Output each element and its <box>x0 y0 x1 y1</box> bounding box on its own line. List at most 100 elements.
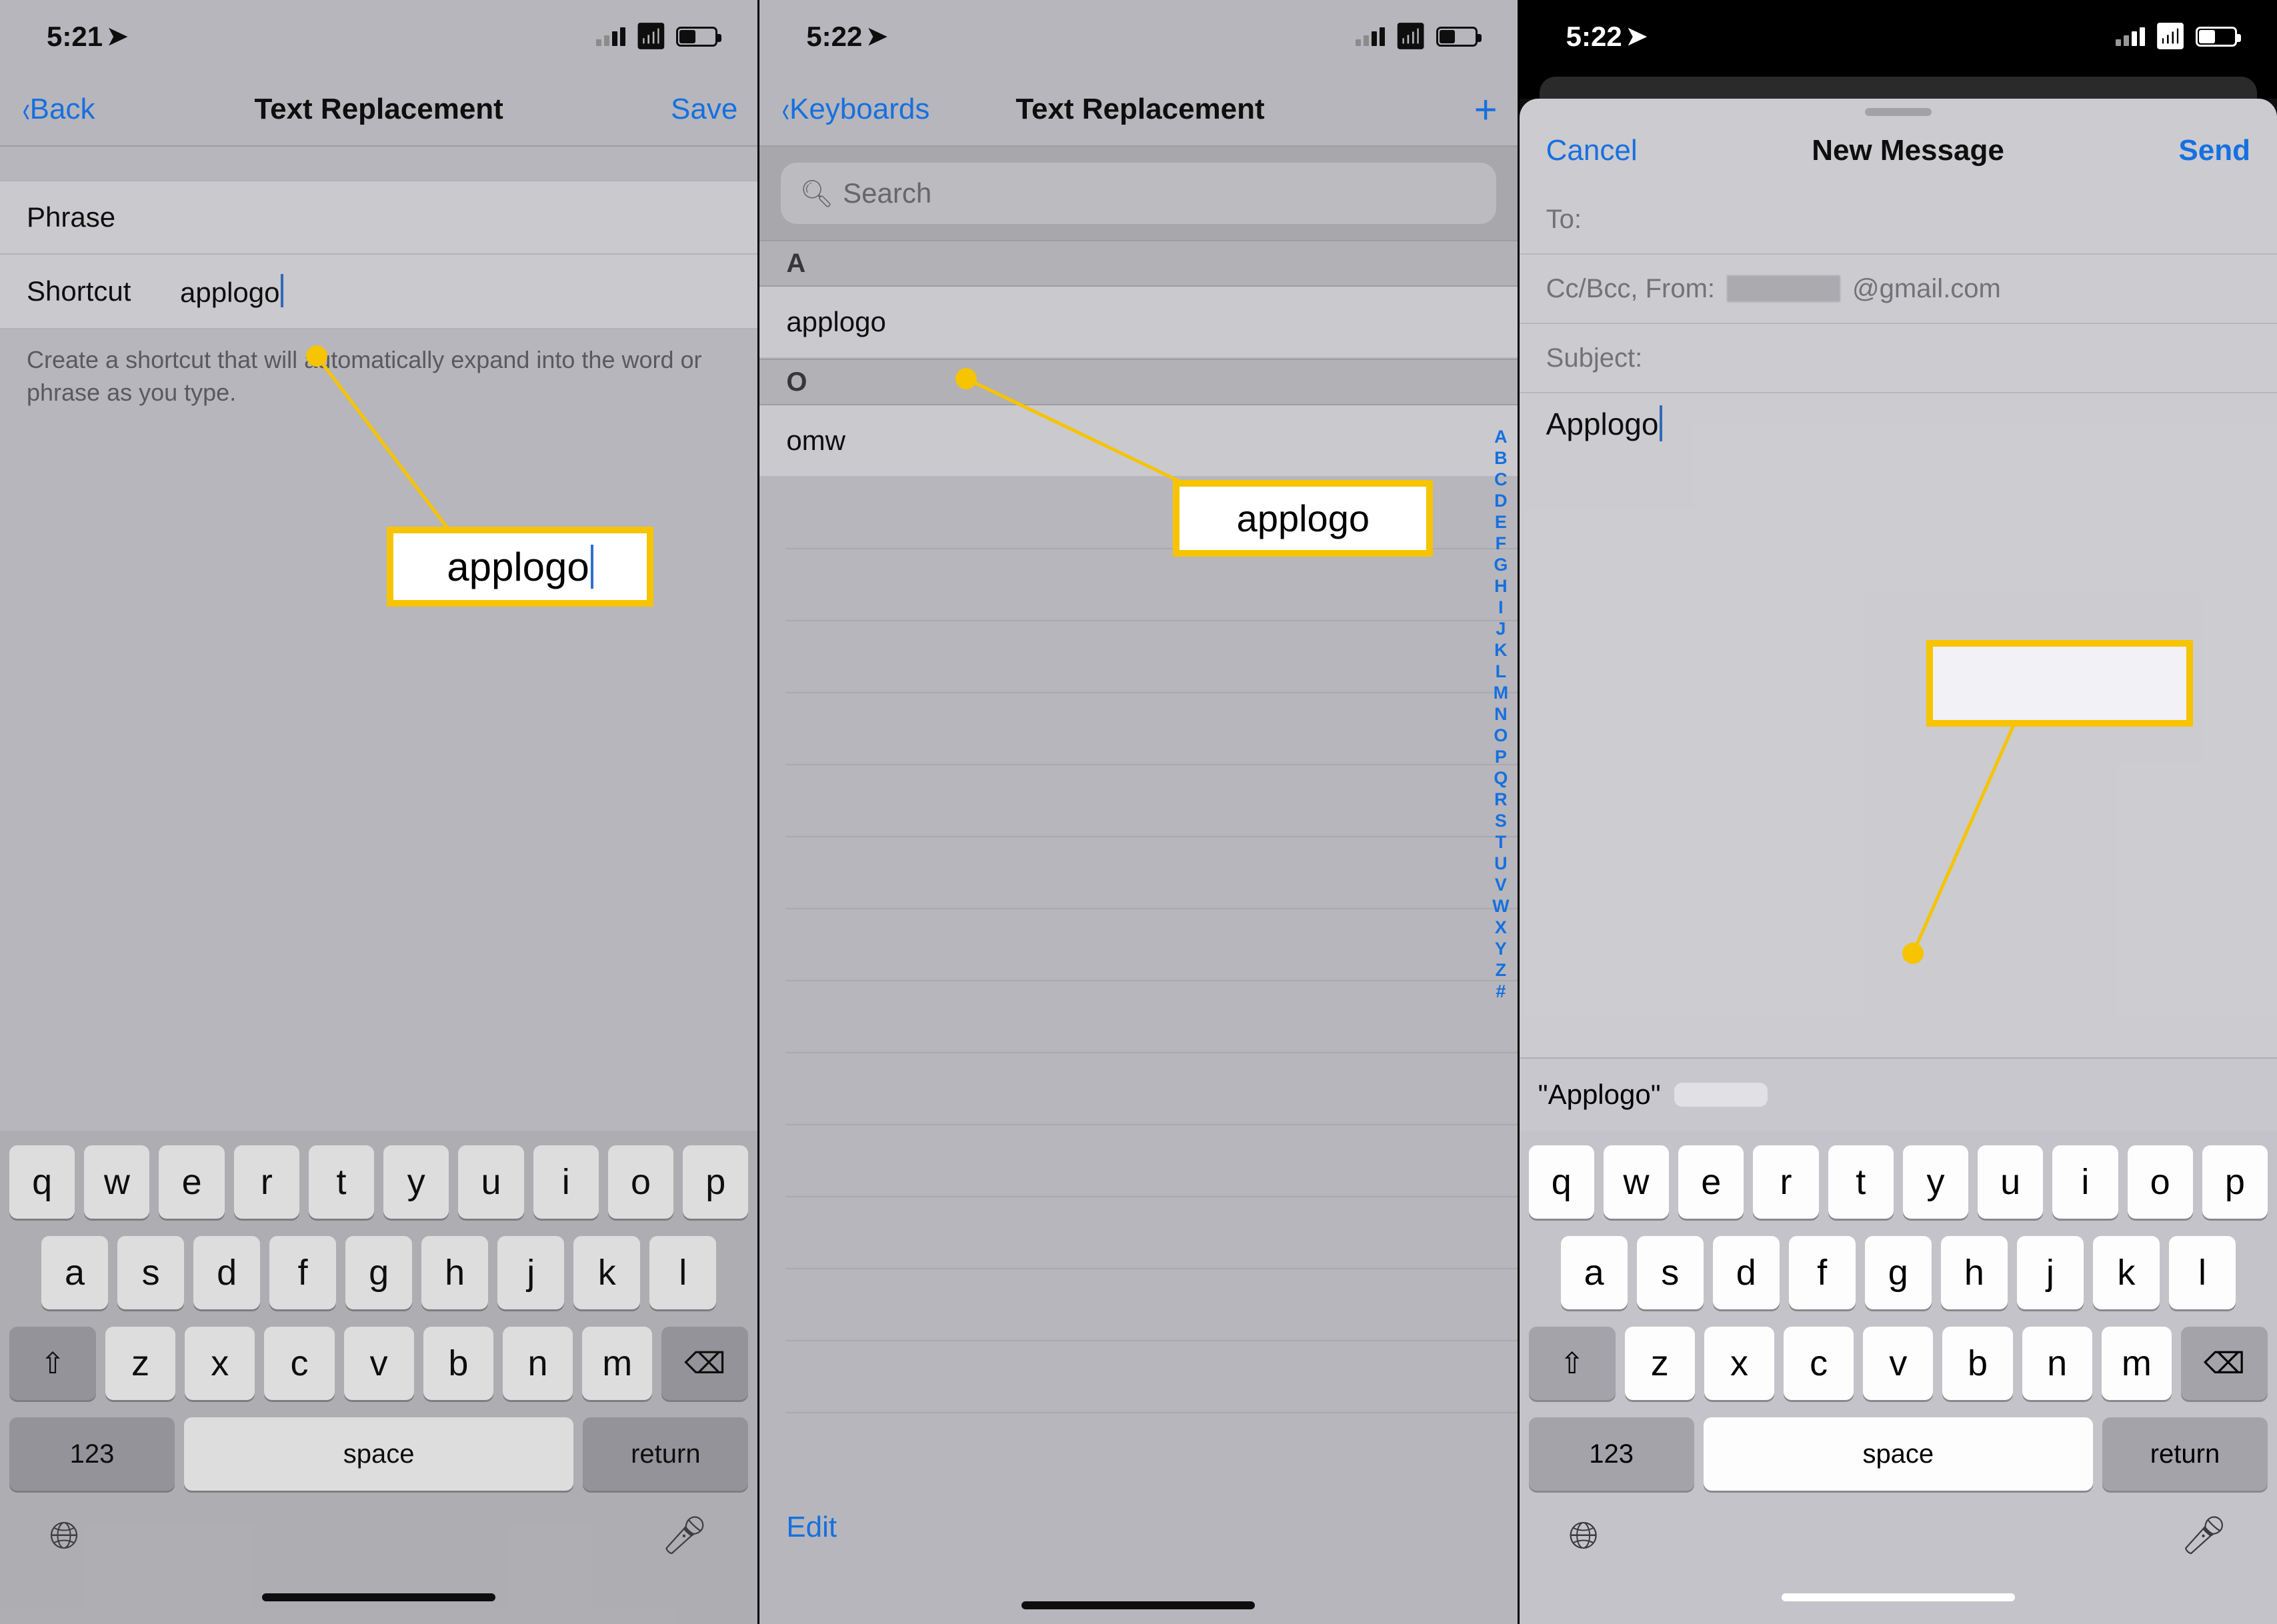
key-i[interactable]: i <box>533 1145 599 1219</box>
key-x[interactable]: x <box>185 1327 255 1400</box>
key-y[interactable]: y <box>1903 1145 1968 1219</box>
index-C[interactable]: C <box>1490 469 1512 490</box>
delete-key[interactable]: ⌫ <box>2181 1327 2268 1400</box>
index-W[interactable]: W <box>1488 896 1513 917</box>
sheet-grabber[interactable] <box>1865 108 1932 116</box>
cancel-button[interactable]: Cancel <box>1546 134 1638 167</box>
key-r[interactable]: r <box>1753 1145 1818 1219</box>
key-o[interactable]: o <box>2128 1145 2193 1219</box>
index-Y[interactable]: Y <box>1491 939 1511 959</box>
index-S[interactable]: S <box>1491 811 1511 831</box>
key-o[interactable]: o <box>608 1145 673 1219</box>
index-K[interactable]: K <box>1490 640 1512 661</box>
subject-field[interactable]: Subject: <box>1520 324 2277 393</box>
key-n[interactable]: n <box>503 1327 573 1400</box>
key-y[interactable]: y <box>383 1145 449 1219</box>
globe-icon[interactable]: 🌐︎ <box>1569 1513 1599 1558</box>
index-N[interactable]: N <box>1490 704 1512 725</box>
back-button[interactable]: Keyboards <box>789 93 929 126</box>
index-R[interactable]: R <box>1490 789 1512 810</box>
key-s[interactable]: s <box>117 1236 184 1309</box>
index-Q[interactable]: Q <box>1490 768 1512 789</box>
index-H[interactable]: H <box>1490 576 1512 597</box>
key-b[interactable]: b <box>1942 1327 2012 1400</box>
key-e[interactable]: e <box>159 1145 224 1219</box>
index-G[interactable]: G <box>1490 555 1512 575</box>
numbers-key[interactable]: 123 <box>9 1417 175 1491</box>
index-L[interactable]: L <box>1492 661 1511 682</box>
search-input[interactable]: 🔍︎ Search <box>781 163 1496 224</box>
key-k[interactable]: k <box>2093 1236 2160 1309</box>
key-j[interactable]: j <box>497 1236 564 1309</box>
index-rail[interactable]: ABCDEFGHIJKLMNOPQRSTUVWXYZ# <box>1488 427 1513 1002</box>
key-q[interactable]: q <box>9 1145 75 1219</box>
key-f[interactable]: f <box>269 1236 336 1309</box>
phrase-row[interactable]: Phrase <box>0 180 757 255</box>
key-v[interactable]: v <box>344 1327 414 1400</box>
globe-icon[interactable]: 🌐︎ <box>49 1513 79 1558</box>
numbers-key[interactable]: 123 <box>1529 1417 1694 1491</box>
key-x[interactable]: x <box>1704 1327 1774 1400</box>
index-I[interactable]: I <box>1494 597 1508 618</box>
index-A[interactable]: A <box>1490 427 1512 447</box>
prediction-chip[interactable] <box>1674 1083 1768 1107</box>
key-u[interactable]: u <box>1978 1145 2043 1219</box>
index-E[interactable]: E <box>1491 512 1511 533</box>
key-a[interactable]: a <box>41 1236 108 1309</box>
list-item-applogo[interactable]: applogo <box>759 287 1517 359</box>
key-j[interactable]: j <box>2017 1236 2084 1309</box>
key-z[interactable]: z <box>1625 1327 1695 1400</box>
key-d[interactable]: d <box>1713 1236 1780 1309</box>
key-a[interactable]: a <box>1561 1236 1628 1309</box>
delete-key[interactable]: ⌫ <box>661 1327 748 1400</box>
index-F[interactable]: F <box>1492 533 1511 554</box>
key-p[interactable]: p <box>2202 1145 2268 1219</box>
space-key[interactable]: space <box>184 1417 573 1491</box>
save-button[interactable]: Save <box>671 93 737 126</box>
shift-key[interactable]: ⇧ <box>9 1327 96 1400</box>
send-button[interactable]: Send <box>2178 134 2250 167</box>
back-chevron-icon[interactable]: ‹ <box>782 91 789 128</box>
key-v[interactable]: v <box>1863 1327 1933 1400</box>
index-V[interactable]: V <box>1491 875 1511 895</box>
mic-icon[interactable]: 🎤︎ <box>661 1513 708 1558</box>
return-key[interactable]: return <box>2102 1417 2268 1491</box>
key-i[interactable]: i <box>2052 1145 2118 1219</box>
key-m[interactable]: m <box>582 1327 652 1400</box>
mic-icon[interactable]: 🎤︎ <box>2180 1513 2228 1558</box>
index-Z[interactable]: Z <box>1492 960 1511 981</box>
key-w[interactable]: w <box>1604 1145 1669 1219</box>
index-P[interactable]: P <box>1491 747 1511 767</box>
key-l[interactable]: l <box>649 1236 716 1309</box>
key-s[interactable]: s <box>1637 1236 1704 1309</box>
key-u[interactable]: u <box>458 1145 523 1219</box>
key-d[interactable]: d <box>193 1236 260 1309</box>
to-field[interactable]: To: <box>1520 185 2277 255</box>
shortcut-row[interactable]: Shortcut applogo <box>0 255 757 329</box>
key-z[interactable]: z <box>105 1327 175 1400</box>
back-button[interactable]: Back <box>30 93 95 126</box>
key-c[interactable]: c <box>1784 1327 1854 1400</box>
index-U[interactable]: U <box>1490 853 1512 874</box>
key-h[interactable]: h <box>1941 1236 2008 1309</box>
key-m[interactable]: m <box>2102 1327 2172 1400</box>
key-b[interactable]: b <box>423 1327 493 1400</box>
key-t[interactable]: t <box>1828 1145 1894 1219</box>
key-k[interactable]: k <box>573 1236 640 1309</box>
return-key[interactable]: return <box>583 1417 748 1491</box>
back-chevron-icon[interactable]: ‹ <box>23 91 30 128</box>
space-key[interactable]: space <box>1704 1417 2093 1491</box>
index-#[interactable]: # <box>1492 981 1510 1002</box>
key-l[interactable]: l <box>2169 1236 2236 1309</box>
key-n[interactable]: n <box>2022 1327 2092 1400</box>
key-q[interactable]: q <box>1529 1145 1594 1219</box>
key-p[interactable]: p <box>683 1145 748 1219</box>
list-item-omw[interactable]: omw <box>759 405 1517 477</box>
ccbcc-field[interactable]: Cc/Bcc, From: @gmail.com <box>1520 255 2277 324</box>
key-e[interactable]: e <box>1678 1145 1744 1219</box>
key-r[interactable]: r <box>234 1145 299 1219</box>
key-f[interactable]: f <box>1789 1236 1856 1309</box>
edit-button[interactable]: Edit <box>786 1511 837 1544</box>
key-g[interactable]: g <box>345 1236 412 1309</box>
index-J[interactable]: J <box>1492 619 1510 639</box>
